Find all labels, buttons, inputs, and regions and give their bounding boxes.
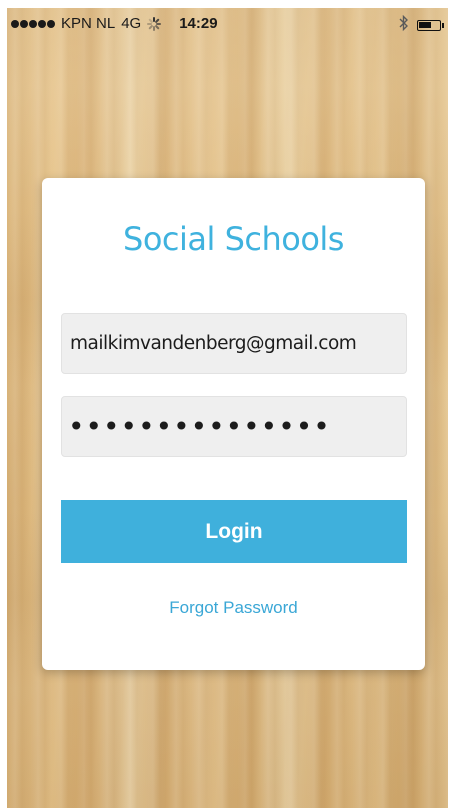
status-time: 14:29 — [179, 15, 218, 32]
forgot-password-link[interactable]: Forgot Password — [42, 598, 425, 618]
login-button-label: Login — [205, 519, 263, 543]
signal-dot — [29, 19, 37, 28]
signal-strength-icon — [11, 19, 55, 28]
status-right — [399, 14, 444, 35]
signal-dot — [38, 19, 46, 28]
signal-dot — [11, 19, 19, 28]
status-bar: KPN NL 4G 14:29 — [7, 8, 448, 38]
status-left: KPN NL 4G 14:29 — [11, 15, 218, 32]
signal-dot — [47, 19, 55, 28]
app-screen: KPN NL 4G 14:29 Social Schools mailkimva… — [7, 8, 448, 808]
email-value: mailkimvandenberg@gmail.com — [70, 333, 357, 354]
carrier-name: KPN NL — [61, 15, 116, 32]
battery-level — [419, 21, 431, 28]
login-button[interactable]: Login — [61, 500, 407, 563]
app-title: Social Schools — [123, 220, 344, 258]
battery-icon — [417, 19, 444, 31]
login-card: Social Schools mailkimvandenberg@gmail.c… — [42, 178, 425, 670]
email-field[interactable]: mailkimvandenberg@gmail.com — [61, 313, 407, 374]
password-value: ••••••••••••••• — [68, 410, 331, 443]
password-field[interactable]: ••••••••••••••• — [61, 396, 407, 457]
signal-dot — [20, 19, 28, 28]
network-type: 4G — [121, 15, 142, 32]
activity-spinner-icon — [147, 16, 162, 31]
bluetooth-icon — [399, 14, 409, 35]
